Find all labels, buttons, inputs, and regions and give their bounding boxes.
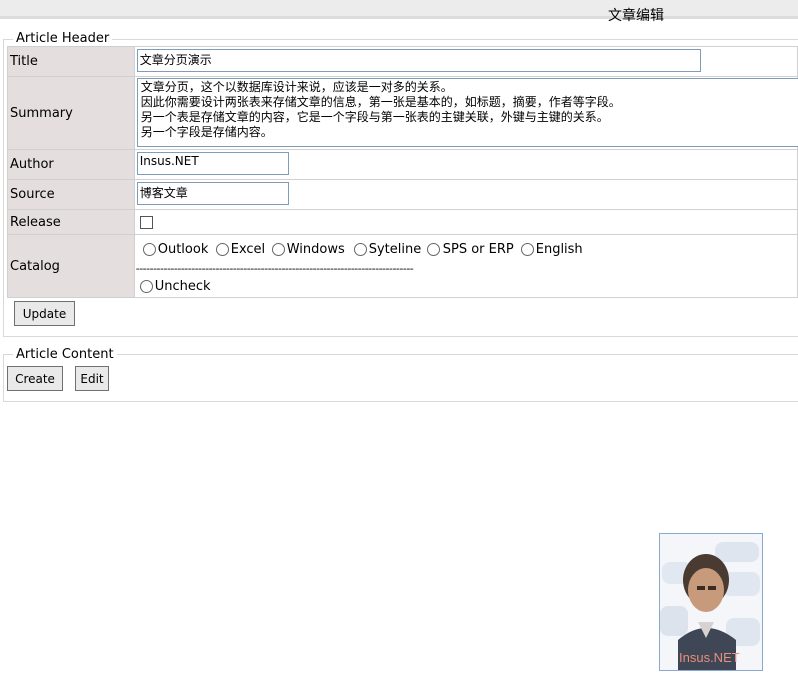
page-title: 文章编辑 [608,8,664,24]
update-button[interactable]: Update [14,301,75,326]
edit-button[interactable]: Edit [75,366,109,391]
title-input[interactable]: 文章分页演示 [136,49,701,72]
catalog-label-syteline: Syteline [368,242,422,257]
avatar: Insus.NET [659,533,763,671]
source-label: Source [7,179,135,210]
author-label: Author [7,149,135,180]
catalog-radio-excel[interactable] [215,243,229,256]
catalog-radio-outlook[interactable] [142,243,156,256]
summary-textarea[interactable]: 文章分页，这个以数据库设计来说，应该是一对多的关系。 因此你需要设计两张表来存储… [136,78,798,147]
source-input[interactable]: 博客文章 [136,182,289,205]
catalog-separator: ----------------------------------------… [135,262,414,275]
catalog-radio-windows[interactable] [271,243,285,256]
top-bar [0,0,798,19]
catalog-label-outlook: Outlook [157,242,209,257]
catalog-radio-english[interactable] [520,243,534,256]
article-content-legend: Article Content [13,347,117,362]
create-button[interactable]: Create [7,366,63,391]
catalog-radio-sps-or-erp[interactable] [426,243,440,256]
article-header-legend: Article Header [13,31,113,46]
title-label: Title [7,46,135,77]
author-input[interactable]: Insus.NET [136,152,289,175]
catalog-label-excel: Excel [230,242,266,257]
catalog-label: Catalog [7,234,135,298]
article-content-fieldset [3,354,798,402]
catalog-label-windows: Windows [286,242,345,257]
catalog-radio-syteline[interactable] [353,243,367,256]
uncheck-label: Uncheck [154,279,211,294]
release-checkbox[interactable] [139,216,153,229]
catalog-label-english: English [535,242,583,257]
avatar-caption: Insus.NET [679,650,740,665]
release-label: Release [7,209,135,235]
uncheck-radio[interactable] [139,280,153,293]
summary-label: Summary [7,76,135,150]
article-header-form: Title 文章分页演示 Summary 文章分页，这个以数据库设计来说，应该是… [7,46,798,298]
catalog-label-sps-or-erp: SPS or ERP [442,242,514,257]
